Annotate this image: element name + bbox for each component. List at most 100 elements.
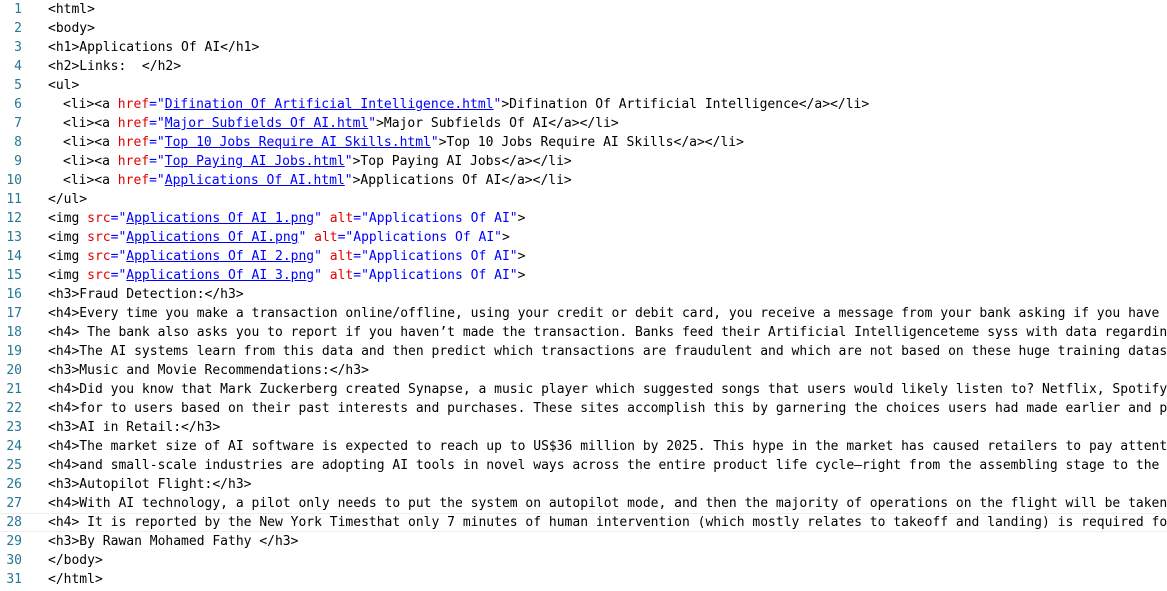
code-line[interactable]: 5 <ul> xyxy=(0,76,1167,95)
code-text[interactable]: <h1>Applications Of AI</h1> xyxy=(22,38,1167,57)
code-text[interactable]: <li><a href="Top 10 Jobs Require AI Skil… xyxy=(22,133,1167,152)
code-line[interactable]: 30 </body> xyxy=(0,551,1167,570)
code-line[interactable]: 21 <h4>Did you know that Mark Zuckerberg … xyxy=(0,380,1167,399)
file-link[interactable]: Applications Of AI.html xyxy=(165,173,345,188)
code-token: <li><a xyxy=(63,154,118,169)
code-token: ="Applications Of AI" xyxy=(353,211,518,226)
code-token: <h3>Fraud Detection:</h3> xyxy=(48,287,244,302)
line-number: 30 xyxy=(6,553,22,568)
code-line[interactable]: 13 <img src="Applications Of AI.png" alt=… xyxy=(0,228,1167,247)
code-line[interactable]: 19 <h4>The AI systems learn from this dat… xyxy=(0,342,1167,361)
code-text[interactable]: <h3>Music and Movie Recommendations:</h3… xyxy=(22,361,1167,380)
line-number: 11 xyxy=(6,192,22,207)
code-text[interactable]: <img src="Applications Of AI 3.png" alt=… xyxy=(22,266,1167,285)
code-token: <img xyxy=(48,249,88,264)
code-text[interactable]: <h4> The bank also asks you to report if… xyxy=(22,323,1167,342)
code-text[interactable]: <h4>for to users based on their past int… xyxy=(22,399,1167,418)
line-number: 9 xyxy=(14,154,22,169)
code-token: =" xyxy=(110,249,127,264)
code-text[interactable]: <h3>Autopilot Flight:</h3> xyxy=(22,475,1167,494)
code-line[interactable]: 31 </html> xyxy=(0,570,1167,589)
code-token: href xyxy=(117,173,150,188)
code-text[interactable]: <img src="Applications Of AI 2.png" alt=… xyxy=(22,247,1167,266)
code-text[interactable]: <h4>The market size of AI software is ex… xyxy=(22,437,1167,456)
code-text[interactable]: <h4> It is reported by the New York Time… xyxy=(22,513,1167,532)
code-line[interactable]: 9 <li><a href="Top Paying AI Jobs.html">T… xyxy=(0,152,1167,171)
code-line[interactable]: 6 <li><a href="Difination Of Artificial I… xyxy=(0,95,1167,114)
code-editor[interactable]: 1 <html> 2 <body> 3 <h1>Applications Of AI</h… xyxy=(0,0,1167,591)
file-link[interactable]: Top 10 Jobs Require AI Skills.html xyxy=(165,135,431,150)
code-text[interactable]: <img src="Applications Of AI 1.png" alt=… xyxy=(22,209,1167,228)
code-text[interactable]: <h3>Fraud Detection:</h3> xyxy=(22,285,1167,304)
code-text[interactable]: <body> xyxy=(22,19,1167,38)
code-text[interactable]: <ul> xyxy=(22,76,1167,95)
code-token: > xyxy=(501,230,510,245)
code-text[interactable]: </html> xyxy=(22,570,1167,589)
code-line[interactable]: 26 <h3>Autopilot Flight:</h3> xyxy=(0,475,1167,494)
code-text[interactable]: <h4>and small-scale industries are adopt… xyxy=(22,456,1167,475)
file-link[interactable]: Difination Of Artificial Intelligence.ht… xyxy=(165,97,494,112)
code-text[interactable]: <h2>Links: </h2> xyxy=(22,57,1167,76)
code-token: > xyxy=(517,249,526,264)
line-number: 3 xyxy=(14,40,22,55)
code-line[interactable]: 4 <h2>Links: </h2> xyxy=(0,57,1167,76)
code-line[interactable]: 18 <h4> The bank also asks you to report … xyxy=(0,323,1167,342)
code-text[interactable]: <h3>By Rawan Mohamed Fathy </h3> xyxy=(22,532,1167,551)
code-line[interactable]: 1 <html> xyxy=(0,0,1167,19)
code-text[interactable]: <li><a href="Difination Of Artificial In… xyxy=(22,95,1167,114)
code-line[interactable]: 17 <h4>Every time you make a transaction … xyxy=(0,304,1167,323)
file-link[interactable]: Applications Of AI.png xyxy=(126,230,298,245)
code-line[interactable]: 24 <h4>The market size of AI software is … xyxy=(0,437,1167,456)
code-text[interactable]: <h4>Did you know that Mark Zuckerberg cr… xyxy=(22,380,1167,399)
code-token: " xyxy=(368,116,377,131)
code-token: > xyxy=(517,211,526,226)
code-line[interactable]: 16 <h3>Fraud Detection:</h3> xyxy=(0,285,1167,304)
code-line[interactable]: 15 <img src="Applications Of AI 3.png" al… xyxy=(0,266,1167,285)
code-line[interactable]: 2 <body> xyxy=(0,19,1167,38)
code-line[interactable]: 10 <li><a href="Applications Of AI.html">… xyxy=(0,171,1167,190)
line-number: 13 xyxy=(6,230,22,245)
code-line[interactable]: 25 <h4>and small-scale industries are ado… xyxy=(0,456,1167,475)
file-link[interactable]: Applications Of AI 3.png xyxy=(126,268,314,283)
code-line[interactable]: 27 <h4>With AI technology, a pilot only n… xyxy=(0,494,1167,513)
code-token: >Major Subfields Of AI</a></li> xyxy=(376,116,619,131)
code-line[interactable]: 7 <li><a href="Major Subfields Of AI.html… xyxy=(0,114,1167,133)
code-line[interactable]: 14 <img src="Applications Of AI 2.png" al… xyxy=(0,247,1167,266)
code-line[interactable]: 12 <img src="Applications Of AI 1.png" al… xyxy=(0,209,1167,228)
code-token: =" xyxy=(149,154,165,169)
code-token: > xyxy=(517,268,526,283)
code-text[interactable]: </body> xyxy=(22,551,1167,570)
line-number: 24 xyxy=(6,439,22,454)
code-line[interactable]: 23 <h3>AI in Retail:</h3> xyxy=(0,418,1167,437)
file-link[interactable]: Top Paying AI Jobs.html xyxy=(165,154,345,169)
code-text[interactable]: <html> xyxy=(22,0,1167,19)
code-text[interactable]: <img src="Applications Of AI.png" alt="A… xyxy=(22,228,1167,247)
code-text[interactable]: <h4>With AI technology, a pilot only nee… xyxy=(22,494,1167,513)
code-token: " xyxy=(314,268,330,283)
code-line[interactable]: 20 <h3>Music and Movie Recommendations:</… xyxy=(0,361,1167,380)
code-token: <li><a xyxy=(63,116,118,131)
code-line[interactable]: 28 <h4> It is reported by the New York Ti… xyxy=(0,513,1167,532)
line-number: 29 xyxy=(6,534,22,549)
file-link[interactable]: Applications Of AI 2.png xyxy=(126,249,314,264)
code-text[interactable]: <li><a href="Top Paying AI Jobs.html">To… xyxy=(22,152,1167,171)
code-token: <h4>Every time you make a transaction on… xyxy=(48,306,1167,321)
code-token: <html> xyxy=(48,2,95,17)
code-text[interactable]: <li><a href="Applications Of AI.html">Ap… xyxy=(22,171,1167,190)
code-token: <ul> xyxy=(48,78,80,93)
code-line[interactable]: 11 </ul> xyxy=(0,190,1167,209)
code-line[interactable]: 22 <h4>for to users based on their past i… xyxy=(0,399,1167,418)
code-line[interactable]: 8 <li><a href="Top 10 Jobs Require AI Ski… xyxy=(0,133,1167,152)
code-text[interactable]: <li><a href="Major Subfields Of AI.html"… xyxy=(22,114,1167,133)
code-text[interactable]: <h4>Every time you make a transaction on… xyxy=(22,304,1167,323)
file-link[interactable]: Applications Of AI 1.png xyxy=(126,211,314,226)
file-link[interactable]: Major Subfields Of AI.html xyxy=(165,116,369,131)
code-text[interactable]: <h4>The AI systems learn from this data … xyxy=(22,342,1167,361)
code-text[interactable]: </ul> xyxy=(22,190,1167,209)
line-number: 15 xyxy=(6,268,22,283)
code-text[interactable]: <h3>AI in Retail:</h3> xyxy=(22,418,1167,437)
line-number: 12 xyxy=(6,211,22,226)
code-token: <h2>Links: </h2> xyxy=(48,59,182,74)
code-line[interactable]: 3 <h1>Applications Of AI</h1> xyxy=(0,38,1167,57)
code-line[interactable]: 29 <h3>By Rawan Mohamed Fathy </h3> xyxy=(0,532,1167,551)
